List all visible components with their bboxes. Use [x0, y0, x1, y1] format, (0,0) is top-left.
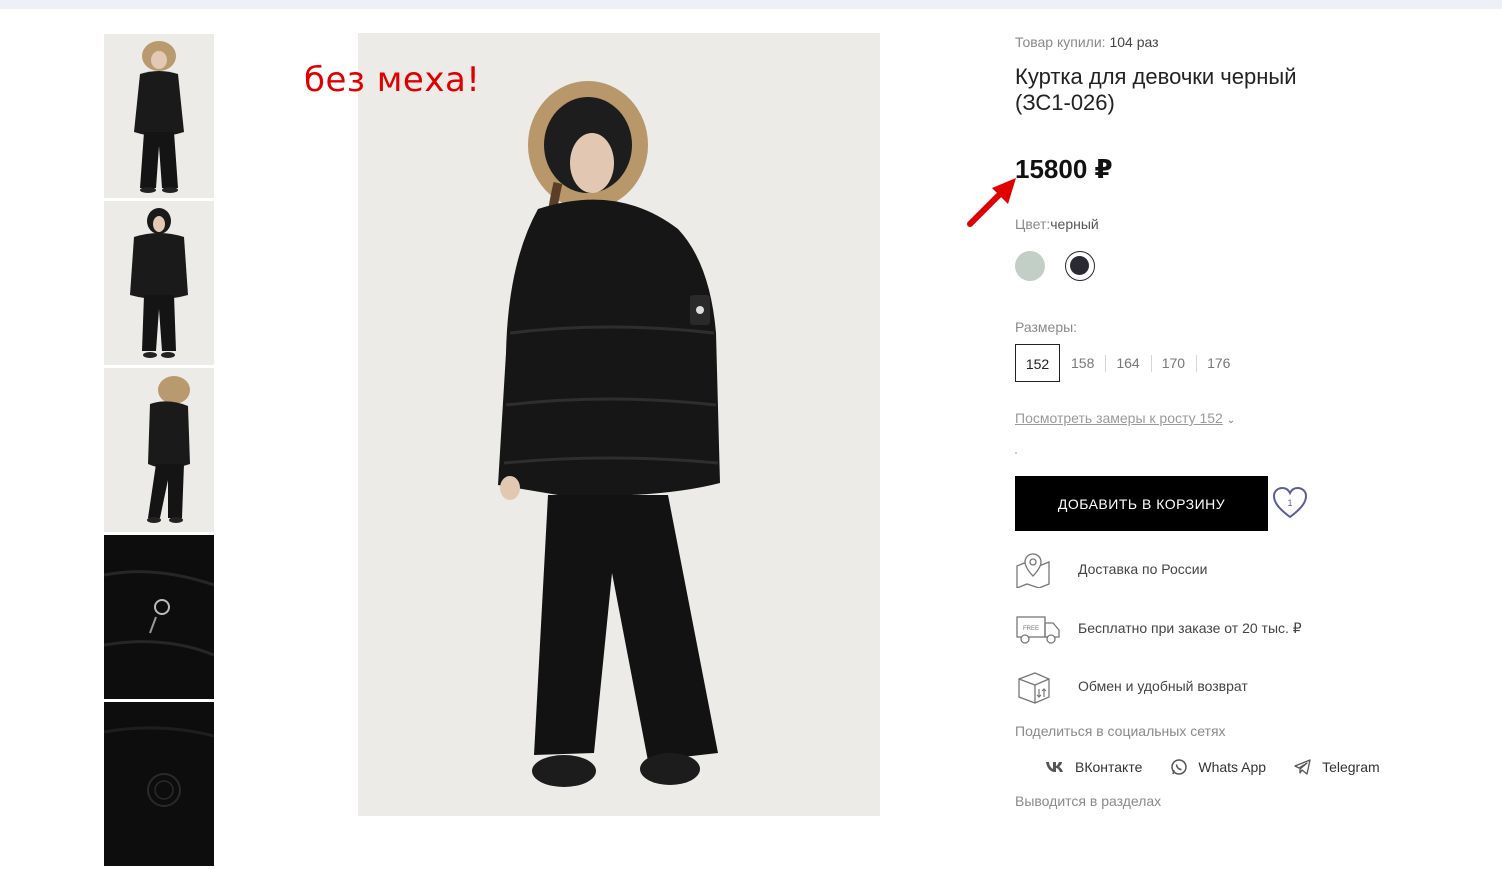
color-value: черный [1050, 216, 1099, 232]
divider-dot [1015, 452, 1017, 454]
add-to-cart-button[interactable]: ДОБАВИТЬ В КОРЗИНУ [1015, 476, 1268, 531]
color-swatches [1015, 251, 1095, 281]
product-price: 15800 ₽ [1015, 154, 1113, 184]
sizes-label: Размеры: [1015, 319, 1078, 335]
color-label: Цвет: [1015, 216, 1051, 232]
purchase-count: Товар купили: 104 раз [1015, 34, 1159, 50]
feature-free-shipping: FREE Бесплатно при заказе от 20 тыс. ₽ [1015, 611, 1415, 647]
main-photo-figure [498, 81, 720, 787]
social-share-links: ВКонтакте Whats App Telegram [1045, 758, 1380, 776]
thumbnail-5[interactable] [104, 702, 214, 866]
feature-free-shipping-text: Бесплатно при заказе от 20 тыс. ₽ [1078, 620, 1302, 636]
whatsapp-icon [1171, 759, 1188, 775]
chevron-down-icon: ⌄ [1226, 415, 1236, 426]
sections-label: Выводится в разделах [1015, 793, 1162, 809]
vk-icon [1046, 762, 1063, 772]
color-row: Цвет:черный [1015, 216, 1099, 232]
measurements-link-text: Посмотреть замеры к росту 152 [1015, 410, 1223, 426]
telegram-icon [1294, 759, 1311, 775]
thumbnail-3-figure [147, 376, 190, 523]
annotation-text: без меха! [304, 60, 481, 100]
thumbnail-4-detail [104, 570, 214, 657]
svg-text:FREE: FREE [1023, 626, 1039, 632]
share-label: Поделиться в социальных сетях [1015, 723, 1226, 739]
heart-icon: 1 [1272, 486, 1308, 519]
share-telegram-link[interactable]: Telegram [1294, 758, 1380, 776]
thumbnail-4[interactable] [104, 535, 214, 699]
thumbnail-3[interactable] [104, 368, 214, 532]
share-vk-link[interactable]: ВКонтакте [1045, 758, 1142, 776]
measurements-link[interactable]: Посмотреть замеры к росту 152 ⌄ [1015, 410, 1235, 426]
favorite-count: 1 [1287, 498, 1292, 508]
feature-returns: Обмен и удобный возврат [1015, 669, 1415, 705]
top-bar [0, 0, 1502, 9]
return-box-icon [1018, 672, 1050, 704]
thumbnail-1[interactable] [104, 34, 214, 198]
size-option-158[interactable]: 158 [1060, 344, 1105, 382]
thumbnail-1-figure [134, 41, 184, 193]
thumbnail-5-detail [104, 726, 214, 807]
annotation-arrow-icon [967, 178, 1016, 227]
share-whatsapp-label: Whats App [1198, 759, 1267, 775]
size-selector: 152 158 164 170 176 [1015, 344, 1241, 382]
share-vk-label: ВКонтакте [1075, 759, 1143, 775]
share-whatsapp-link[interactable]: Whats App [1170, 758, 1266, 776]
delivery-truck-icon: FREE [1016, 616, 1060, 644]
size-option-176[interactable]: 176 [1196, 344, 1241, 382]
product-title: Куртка для девочки черный (ЗС1-026) [1015, 64, 1297, 115]
thumbnail-2-figure [130, 208, 188, 358]
color-swatch-mint[interactable] [1015, 251, 1045, 281]
main-product-photo[interactable] [358, 33, 880, 816]
size-option-152[interactable]: 152 [1015, 344, 1060, 382]
share-telegram-label: Telegram [1322, 759, 1380, 775]
purchase-count-label: Товар купили: [1015, 34, 1106, 50]
thumbnail-2[interactable] [104, 201, 214, 365]
color-swatch-black[interactable] [1065, 251, 1095, 281]
purchase-count-value: 104 раз [1109, 34, 1159, 50]
thumbnail-strip [104, 34, 214, 869]
size-option-170[interactable]: 170 [1150, 344, 1196, 382]
favorite-button[interactable]: 1 [1272, 486, 1308, 520]
map-pin-icon [1016, 553, 1050, 588]
size-option-164[interactable]: 164 [1105, 344, 1150, 382]
feature-delivery-text: Доставка по России [1078, 561, 1208, 577]
feature-returns-text: Обмен и удобный возврат [1078, 678, 1248, 694]
feature-delivery: Доставка по России [1015, 552, 1415, 588]
